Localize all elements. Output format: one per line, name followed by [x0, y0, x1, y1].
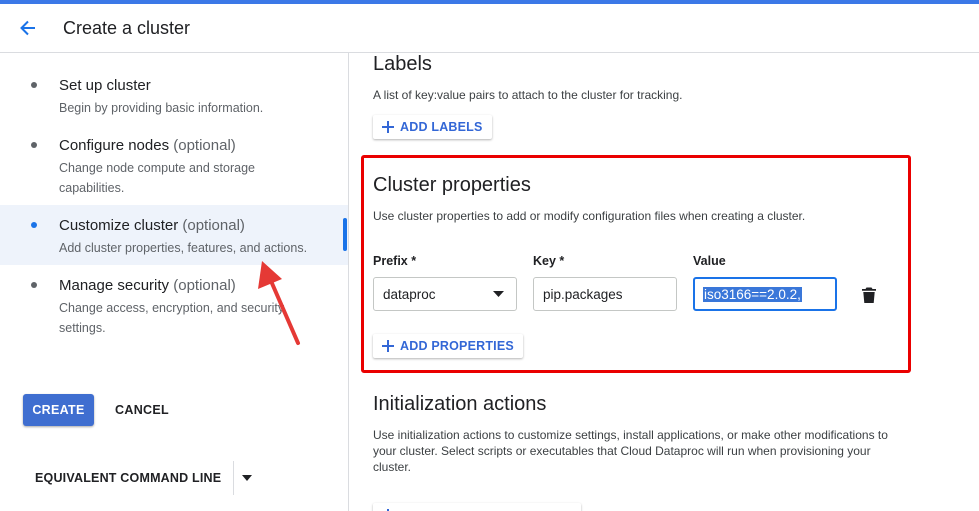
caret-down-icon — [242, 475, 253, 481]
active-step-indicator — [343, 218, 347, 251]
add-initialization-action-button[interactable] — [373, 503, 581, 511]
step-title: Manage security (optional) — [59, 277, 236, 294]
add-properties-label: ADD PROPERTIES — [400, 339, 514, 353]
plus-icon — [382, 121, 394, 133]
step-title: Set up cluster — [59, 77, 151, 94]
equivalent-command-line-label[interactable]: EQUIVALENT COMMAND LINE — [23, 471, 233, 485]
initialization-actions-description: Use initialization actions to customize … — [373, 428, 888, 474]
prefix-select-value: dataproc — [383, 286, 436, 302]
value-input[interactable]: iso3166==2.0.2, — [693, 277, 837, 311]
prefix-select[interactable]: dataproc — [373, 277, 517, 311]
step-configure-nodes[interactable]: Configure nodes (optional) Change node c… — [0, 125, 348, 203]
step-title: Customize cluster (optional) — [59, 217, 245, 234]
key-input-value: pip.packages — [543, 286, 623, 302]
initialization-actions-heading: Initialization actions — [373, 393, 547, 415]
step-bullet — [31, 142, 37, 148]
caret-down-icon — [493, 291, 504, 297]
step-title: Configure nodes (optional) — [59, 137, 236, 154]
cancel-button[interactable]: CANCEL — [109, 394, 175, 426]
add-properties-button[interactable]: ADD PROPERTIES — [373, 334, 523, 358]
back-button[interactable] — [14, 14, 42, 42]
main-content: Labels A list of key:value pairs to atta… — [349, 53, 979, 511]
step-bullet — [31, 282, 37, 288]
key-label: Key * — [533, 254, 565, 268]
step-bullet — [31, 82, 37, 88]
arrow-left-icon — [20, 20, 35, 36]
labels-heading: Labels — [373, 53, 432, 75]
step-description: Change node compute and storage capabili… — [59, 161, 255, 195]
step-description: Begin by providing basic information. — [59, 101, 264, 115]
step-bullet — [31, 222, 37, 228]
page-header: Create a cluster — [0, 4, 979, 53]
value-label: Value — [693, 254, 726, 268]
value-input-selected-text: iso3166==2.0.2, — [703, 286, 802, 302]
add-labels-label: ADD LABELS — [400, 120, 483, 134]
equivalent-command-line-button: EQUIVALENT COMMAND LINE — [23, 461, 260, 495]
cluster-properties-description: Use cluster properties to add or modify … — [373, 209, 806, 223]
labels-description: A list of key:value pairs to attach to t… — [373, 88, 683, 102]
annotation-arrow — [258, 261, 300, 345]
page-title: Create a cluster — [63, 18, 191, 38]
prefix-label: Prefix * — [373, 254, 417, 268]
step-set-up-cluster[interactable]: Set up cluster Begin by providing basic … — [0, 65, 348, 123]
equivalent-command-line-dropdown[interactable] — [234, 461, 260, 495]
add-labels-button[interactable]: ADD LABELS — [373, 115, 492, 139]
trash-icon[interactable] — [862, 287, 876, 303]
plus-icon — [382, 340, 394, 352]
key-input[interactable]: pip.packages — [533, 277, 677, 311]
cluster-properties-heading: Cluster properties — [373, 174, 531, 196]
create-button[interactable]: CREATE — [23, 394, 94, 426]
